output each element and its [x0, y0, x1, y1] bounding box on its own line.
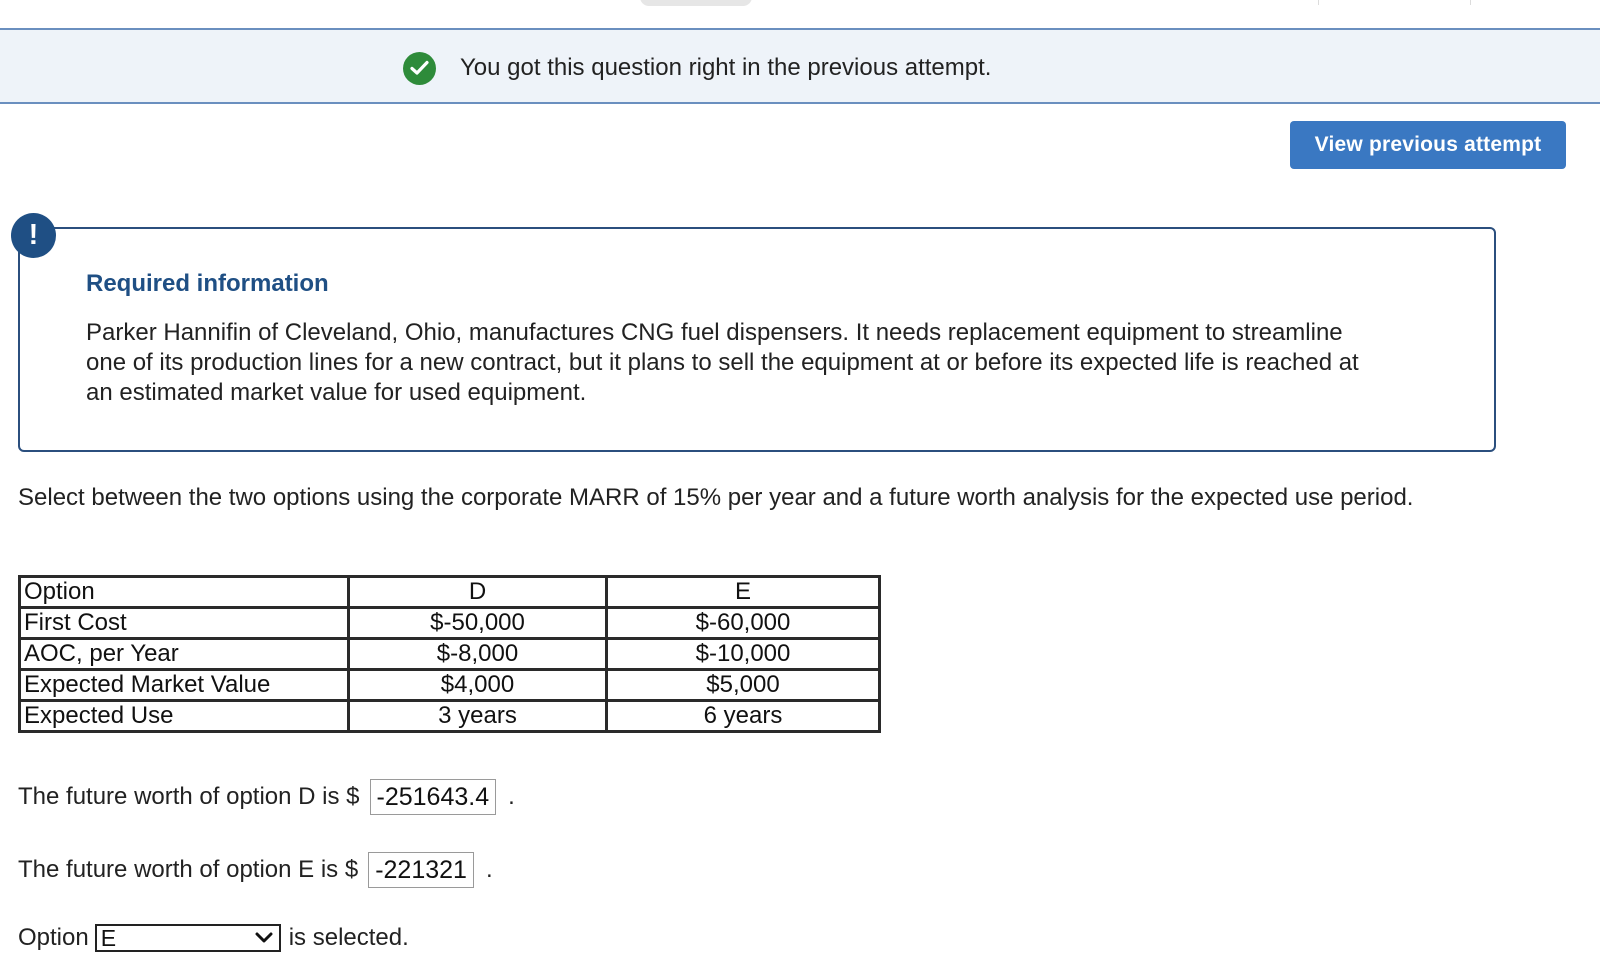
option-select-value: E: [100, 924, 117, 951]
future-worth-e-label: The future worth of option E is $: [18, 856, 359, 883]
table-cell: $-50,000: [347, 606, 608, 640]
question-text: Select between the two options using the…: [18, 484, 1414, 511]
top-strip: [0, 0, 1600, 28]
table-cell: $4,000: [347, 668, 608, 702]
previous-attempt-banner: You got this question right in the previ…: [0, 28, 1600, 104]
exclamation-icon: !: [11, 213, 56, 258]
option-selection-prefix: Option: [18, 924, 89, 951]
top-divider: [1318, 0, 1319, 5]
top-divider: [1470, 0, 1471, 5]
check-circle-icon: [403, 52, 436, 85]
table-cell: $-8,000: [347, 637, 608, 671]
table-cell: $-60,000: [605, 606, 881, 640]
page: You got this question right in the previ…: [0, 0, 1600, 975]
table-row: Option D E: [18, 575, 881, 609]
required-information-title: Required information: [86, 270, 329, 297]
sentence-period: .: [508, 783, 515, 810]
banner-message: You got this question right in the previ…: [460, 54, 992, 81]
table-cell: First Cost: [18, 606, 350, 640]
option-selection-suffix: is selected.: [288, 924, 409, 951]
table-cell: $5,000: [605, 668, 881, 702]
view-previous-attempt-button[interactable]: View previous attempt: [1290, 121, 1566, 169]
chevron-down-icon: [255, 932, 273, 943]
table-cell: Option: [18, 575, 350, 609]
table-cell: 6 years: [605, 699, 881, 733]
future-worth-d-label: The future worth of option D is $: [18, 783, 360, 810]
table-cell: D: [347, 575, 608, 609]
future-worth-e-line: The future worth of option E is $ -22132…: [18, 852, 493, 888]
table-cell: Expected Use: [18, 699, 350, 733]
table-cell: 3 years: [347, 699, 608, 733]
option-select-dropdown[interactable]: E: [94, 924, 281, 952]
table-row: AOC, per Year $-8,000 $-10,000: [18, 637, 881, 671]
future-worth-e-answer-field[interactable]: -221321: [368, 852, 474, 888]
options-table: Option D E First Cost $-50,000 $-60,000 …: [18, 575, 881, 733]
required-information-body: Parker Hannifin of Cleveland, Ohio, manu…: [86, 319, 1359, 406]
future-worth-d-answer-field[interactable]: -251643.4: [369, 779, 497, 815]
sentence-period: .: [485, 856, 493, 883]
table-row: Expected Market Value $4,000 $5,000: [18, 668, 881, 702]
table-cell: Expected Market Value: [18, 668, 350, 702]
option-selection-line: Option E is selected.: [18, 924, 409, 952]
table-cell: E: [605, 575, 881, 609]
table-cell: $-10,000: [605, 637, 881, 671]
table-row: Expected Use 3 years 6 years: [18, 699, 881, 733]
table-cell: AOC, per Year: [18, 637, 350, 671]
top-tab-stub[interactable]: [640, 0, 752, 6]
table-row: First Cost $-50,000 $-60,000: [18, 606, 881, 640]
future-worth-d-line: The future worth of option D is $ -25164…: [18, 779, 515, 815]
